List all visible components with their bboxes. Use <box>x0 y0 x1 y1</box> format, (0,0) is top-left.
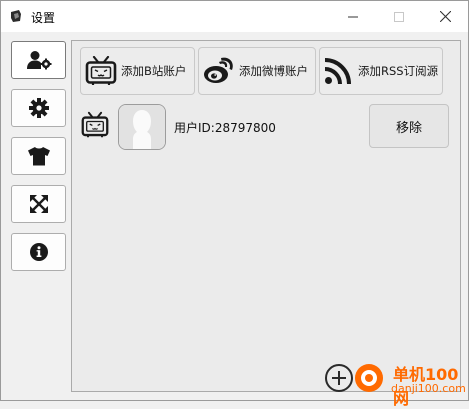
user-gear-icon <box>26 51 51 70</box>
add-weibo-account-label: 添加微博账户 <box>239 64 308 78</box>
rss-icon <box>324 57 354 85</box>
default-avatar-icon <box>119 105 165 149</box>
window-title: 设置 <box>31 11 56 25</box>
close-button[interactable] <box>422 1 468 32</box>
add-bilibili-account-button[interactable]: 添加B站账户 <box>80 47 195 95</box>
watermark-play-icon <box>355 364 383 392</box>
maximize-icon <box>394 11 404 22</box>
add-weibo-account-button[interactable]: 添加微博账户 <box>198 47 316 95</box>
expand-arrows-icon <box>29 195 48 213</box>
remove-account-button[interactable]: 移除 <box>369 104 449 148</box>
maximize-button[interactable] <box>376 1 422 32</box>
info-icon <box>29 243 48 261</box>
avatar <box>118 104 166 150</box>
bilibili-tv-icon <box>81 111 109 138</box>
watermark-plus-icon <box>325 364 353 392</box>
minimize-icon <box>348 16 358 17</box>
close-icon <box>439 11 451 22</box>
bilibili-tv-icon <box>85 56 117 86</box>
sidebar-item-about[interactable] <box>11 233 66 271</box>
title-bar[interactable]: 设置 <box>1 1 468 32</box>
add-rss-feed-button[interactable]: 添加RSS订阅源 <box>319 47 443 95</box>
add-bilibili-account-label: 添加B站账户 <box>121 64 187 78</box>
sidebar-item-settings[interactable] <box>11 89 66 127</box>
minimize-button[interactable] <box>330 1 376 32</box>
weibo-icon <box>203 57 235 85</box>
remove-account-label: 移除 <box>395 120 422 136</box>
watermark-site-url: danji100.com <box>391 382 466 395</box>
gear-icon <box>28 98 49 118</box>
site-watermark: 单机100网 danji100.com <box>323 361 469 408</box>
add-rss-feed-label: 添加RSS订阅源 <box>358 64 439 78</box>
sidebar-item-theme[interactable] <box>11 137 66 175</box>
app-logo-icon <box>11 10 21 22</box>
sidebar-item-accounts[interactable] <box>11 41 66 79</box>
user-id-text: 用户ID:28797800 <box>174 121 276 135</box>
sidebar-item-window[interactable] <box>11 185 66 223</box>
tshirt-icon <box>27 147 50 166</box>
settings-window: 设置 添加B站账户 添加微博账户 添加RSS订阅源 用户ID:28797800 … <box>0 0 469 408</box>
